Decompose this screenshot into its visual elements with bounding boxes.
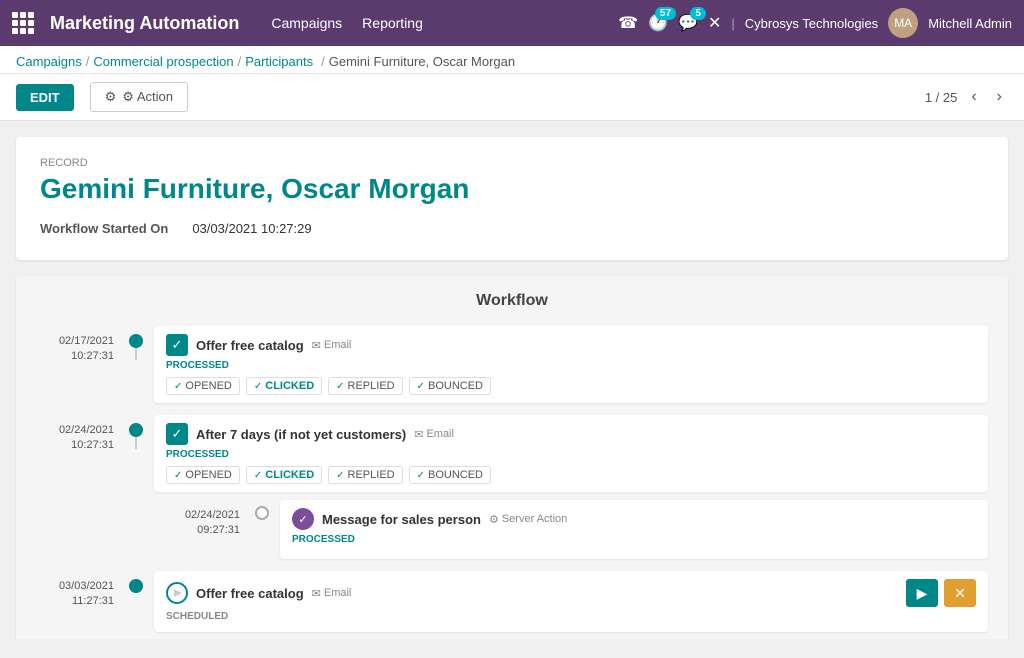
wf-card-header-3: Offer free catalog ✉ Email ▶ ✕ [166, 579, 976, 607]
play-button-3[interactable]: ▶ [906, 579, 938, 607]
wf-card-name-2: After 7 days (if not yet customers) [196, 427, 406, 442]
menu-campaigns[interactable]: Campaigns [271, 15, 342, 31]
wf-card-1: ✓ Offer free catalog ✉ Email PROCESSED ✓… [154, 326, 988, 403]
action-button[interactable]: ⚙ ⚙ Action [90, 82, 188, 112]
main-content: Record Gemini Furniture, Oscar Morgan Wo… [0, 121, 1024, 639]
breadcrumb-campaigns[interactable]: Campaigns [16, 54, 82, 69]
messages-badge: 5 [690, 7, 706, 20]
menu-reporting[interactable]: Reporting [362, 15, 423, 31]
wf-subcard-header-2: ✓ Message for sales person ⚙ Server Acti… [292, 508, 976, 530]
action-label: ⚙ Action [122, 89, 173, 105]
wf-date-1: 02/17/2021 10:27:31 [36, 326, 126, 365]
edit-button[interactable]: EDIT [16, 84, 74, 111]
wf-subrow-2: 02/24/2021 09:27:31 ✓ Message for sales … [162, 500, 988, 559]
topbar-actions: ☎ 🕐 57 💬 5 ✕ | Cybrosys Technologies MA … [618, 8, 1012, 38]
wf-timeline-1 [126, 326, 146, 348]
toolbar: EDIT ⚙ ⚙ Action 1 / 25 ‹ › [0, 74, 1024, 121]
action-gear-icon: ⚙ [105, 89, 117, 105]
wf-dot-2 [129, 423, 143, 437]
avatar[interactable]: MA [888, 8, 918, 38]
app-menu-icon[interactable] [12, 12, 34, 34]
workflow-section: Workflow 02/17/2021 10:27:31 ✓ Offer fre… [16, 276, 1008, 639]
wf-stat-replied-2: ✓ REPLIED [328, 466, 402, 484]
wf-status-2: PROCESSED [166, 449, 976, 460]
wf-substatus-2: PROCESSED [292, 534, 976, 545]
company-name[interactable]: Cybrosys Technologies [745, 16, 878, 31]
wf-line-1 [135, 346, 137, 360]
close-icon[interactable]: ✕ [708, 13, 721, 33]
activity-icon[interactable]: 🕐 57 [648, 13, 668, 33]
wf-date-2: 02/24/2021 10:27:31 [36, 415, 126, 454]
workflow-started-value: 03/03/2021 10:27:29 [192, 221, 311, 236]
phone-icon[interactable]: ☎ [618, 13, 638, 33]
wf-card-type-1: ✉ Email [312, 339, 352, 352]
wf-subdot-2 [255, 506, 269, 520]
record-card: Record Gemini Furniture, Oscar Morgan Wo… [16, 137, 1008, 260]
breadcrumb-sep-2: / [238, 54, 242, 69]
divider: | [731, 16, 734, 31]
wf-card-type-3: ✉ Email [312, 587, 352, 600]
wf-stat-opened-1: ✓ OPENED [166, 377, 240, 395]
workflow-item-2: 02/24/2021 10:27:31 ✓ After 7 days (if n… [36, 415, 988, 559]
activity-badge: 57 [655, 7, 676, 20]
workflow-title: Workflow [36, 292, 988, 310]
top-navigation: Marketing Automation Campaigns Reporting… [0, 0, 1024, 46]
messages-icon[interactable]: 💬 5 [678, 13, 698, 33]
breadcrumb-participants[interactable]: Participants [245, 54, 313, 69]
wf-checkbox-2: ✓ [166, 423, 188, 445]
workflow-item-1: 02/17/2021 10:27:31 ✓ Offer free catalog… [36, 326, 988, 403]
wf-card-type-2: ✉ Email [414, 428, 454, 441]
wf-stat-bounced-1: ✓ BOUNCED [409, 377, 491, 395]
wf-card-3: Offer free catalog ✉ Email ▶ ✕ SCHEDULED [154, 571, 988, 632]
wf-sub-timeline-2 [252, 500, 272, 520]
wf-stat-opened-2: ✓ OPENED [166, 466, 240, 484]
wf-stats-2: ✓ OPENED ✓ CLICKED ✓ REPLIED ✓ [166, 466, 976, 484]
workflow-item-3: 03/03/2021 11:27:31 Offer free catalog ✉… [36, 571, 988, 632]
wf-line-2 [135, 435, 137, 449]
wf-card-actions-3: ▶ ✕ [906, 579, 976, 607]
breadcrumb-current: Gemini Furniture, Oscar Morgan [329, 54, 515, 69]
wf-stats-1: ✓ OPENED ✓ CLICKED ✓ REPLIED ✓ BOUNCED [166, 377, 976, 395]
wf-timeline-2 [126, 415, 146, 437]
wf-stat-clicked-1: ✓ CLICKED [246, 377, 322, 395]
wf-card-2: ✓ After 7 days (if not yet customers) ✉ … [154, 415, 988, 492]
record-meta: Workflow Started On 03/03/2021 10:27:29 [40, 221, 984, 236]
wf-checkbox-1: ✓ [166, 334, 188, 356]
wf-subcard-type-2: ⚙ Server Action [489, 513, 567, 526]
wf-card-header-2: ✓ After 7 days (if not yet customers) ✉ … [166, 423, 976, 445]
breadcrumb-sep-1: / [86, 54, 90, 69]
top-menu: Campaigns Reporting [271, 15, 602, 31]
wf-dot-1 [129, 334, 143, 348]
wf-status-1: PROCESSED [166, 360, 976, 371]
wf-stat-bounced-2: ✓ BOUNCED [409, 466, 491, 484]
wf-stat-clicked-2: ✓ CLICKED [246, 466, 322, 484]
wf-subcard-name-2: Message for sales person [322, 512, 481, 527]
wf-subcard-2: ✓ Message for sales person ⚙ Server Acti… [280, 500, 988, 559]
wf-checkbox-3 [166, 582, 188, 604]
wf-date-3: 03/03/2021 11:27:31 [36, 571, 126, 610]
breadcrumb: Campaigns / Commercial prospection / Par… [16, 54, 1008, 69]
wf-stat-replied-1: ✓ REPLIED [328, 377, 402, 395]
wf-card-name-1: Offer free catalog [196, 338, 304, 353]
record-title: Gemini Furniture, Oscar Morgan [40, 173, 984, 205]
wf-card-name-3: Offer free catalog [196, 586, 304, 601]
username[interactable]: Mitchell Admin [928, 16, 1012, 31]
wf-card-header-1: ✓ Offer free catalog ✉ Email [166, 334, 976, 356]
workflow-started-label: Workflow Started On [40, 221, 168, 236]
breadcrumb-commercial[interactable]: Commercial prospection [93, 54, 233, 69]
wf-subcheckbox-2: ✓ [292, 508, 314, 530]
cancel-button-3[interactable]: ✕ [944, 579, 976, 607]
wf-status-3: SCHEDULED [166, 611, 976, 622]
pager-prev-button[interactable]: ‹ [965, 86, 982, 108]
pager: 1 / 25 ‹ › [925, 86, 1008, 108]
pager-next-button[interactable]: › [991, 86, 1008, 108]
pager-count: 1 / 25 [925, 90, 958, 105]
wf-subdate-2: 02/24/2021 09:27:31 [162, 500, 252, 539]
breadcrumb-bar: Campaigns / Commercial prospection / Par… [0, 46, 1024, 74]
record-label: Record [40, 157, 984, 169]
breadcrumb-sep-3: / [321, 54, 325, 69]
app-name: Marketing Automation [50, 13, 239, 34]
wf-dot-3 [129, 579, 143, 593]
wf-timeline-3 [126, 571, 146, 593]
